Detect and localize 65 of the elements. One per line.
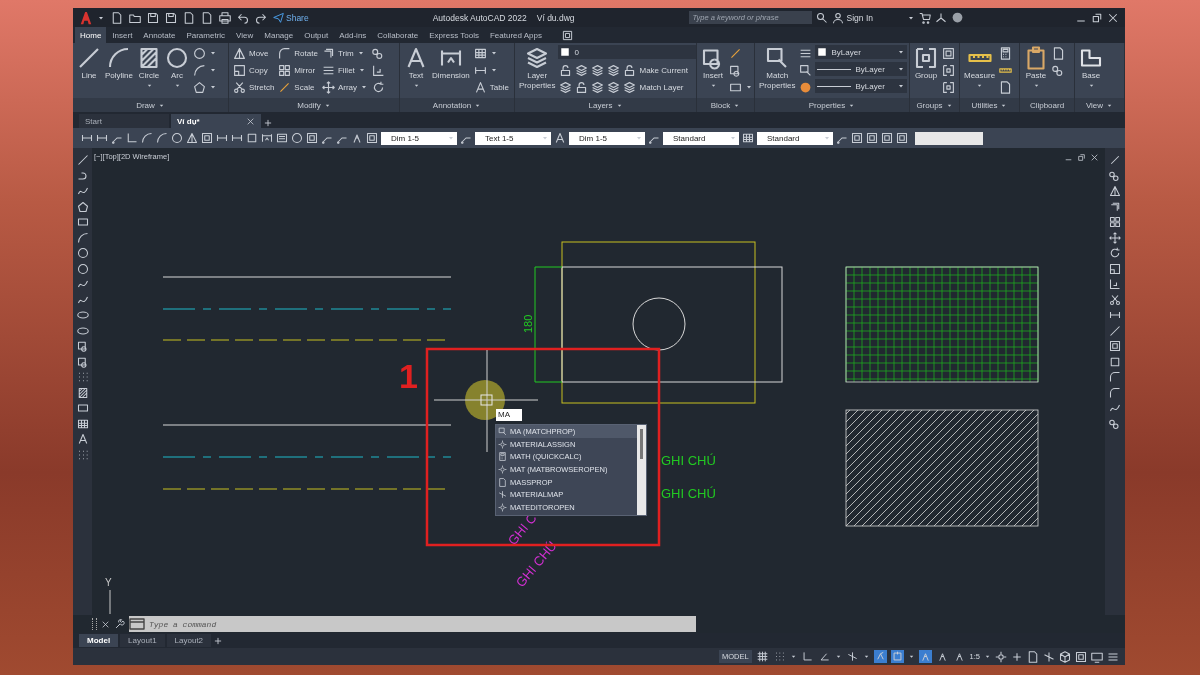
ribbon-button[interactable]: Base bbox=[1078, 45, 1104, 90]
ribbon-button[interactable]: Dimension bbox=[431, 45, 471, 82]
tool-button[interactable]: Array bbox=[320, 79, 370, 95]
style-dropdown[interactable]: Standard bbox=[757, 131, 833, 145]
dimension-text: 180 bbox=[522, 314, 534, 333]
panel-title[interactable]: Modify bbox=[297, 100, 321, 110]
tool-button[interactable]: Scale bbox=[277, 79, 319, 95]
share-button[interactable]: Share bbox=[273, 12, 309, 23]
command-input[interactable]: Type a command bbox=[145, 616, 696, 632]
tool-button[interactable]: Fillet bbox=[320, 62, 370, 78]
ribbon-button[interactable]: Layer Properties bbox=[518, 45, 557, 92]
style-dropdown[interactable]: Dim 1-5 bbox=[381, 131, 457, 145]
ribbon-tab[interactable]: Express Tools bbox=[424, 27, 484, 43]
ribbon-button[interactable]: Text bbox=[403, 45, 429, 90]
callout-number: 1 bbox=[399, 357, 418, 395]
ribbon-tab[interactable]: Annotate bbox=[138, 27, 181, 43]
tool-button[interactable]: Table bbox=[472, 79, 510, 95]
style-dropdown[interactable]: Text 1-5 bbox=[475, 131, 551, 145]
ribbon-button[interactable]: Polyline bbox=[104, 45, 134, 82]
ribbon-button[interactable]: Match Properties bbox=[758, 45, 797, 92]
ribbon-tab[interactable]: Manage bbox=[259, 27, 299, 43]
app-title: Autodesk AutoCAD 2022 bbox=[432, 12, 527, 23]
tool-button[interactable]: Rotate bbox=[277, 45, 319, 61]
file-tab[interactable]: Ví dụ* bbox=[171, 114, 261, 128]
note-text: GHI CHÚ bbox=[661, 453, 716, 468]
tool-button[interactable]: Move bbox=[232, 45, 276, 61]
tool-button[interactable]: Stretch bbox=[232, 79, 276, 95]
ribbon-tab[interactable]: Collaborate bbox=[372, 27, 424, 43]
layout-tab[interactable]: Layout1 bbox=[120, 634, 165, 647]
axis-label: Y bbox=[105, 577, 112, 588]
ribbon-button[interactable]: Measure bbox=[963, 45, 997, 90]
dropdown[interactable]: 0 bbox=[558, 45, 696, 59]
panel-title[interactable]: Properties bbox=[808, 100, 846, 110]
panel-title[interactable]: Draw bbox=[136, 100, 155, 110]
dropdown[interactable]: ByLayer bbox=[815, 45, 908, 59]
dynamic-input[interactable]: MA bbox=[496, 409, 522, 421]
file-name: Ví du.dwg bbox=[536, 12, 575, 23]
ribbon-button[interactable]: Arc bbox=[164, 45, 190, 90]
ribbon-tab[interactable]: Insert bbox=[107, 27, 138, 43]
tool-button[interactable]: Make Current bbox=[622, 62, 689, 78]
style-dropdown[interactable]: Dim 1-5 bbox=[569, 131, 645, 145]
layout-tab[interactable]: Layout2 bbox=[166, 634, 212, 647]
dropdown[interactable]: ByLayer bbox=[815, 62, 908, 76]
ribbon-tab[interactable]: View bbox=[231, 27, 259, 43]
tool-button[interactable]: Mirror bbox=[277, 62, 319, 78]
tool-button[interactable]: Match Layer bbox=[622, 79, 685, 95]
ribbon-tab[interactable]: Featured Apps bbox=[484, 27, 547, 43]
tool-button[interactable]: Copy bbox=[232, 62, 276, 78]
layout-tab[interactable]: Model bbox=[79, 634, 119, 647]
ribbon-tab[interactable]: Home bbox=[75, 27, 107, 43]
ribbon-button[interactable]: Circle bbox=[136, 45, 162, 90]
file-tab[interactable]: Start bbox=[79, 114, 169, 128]
sign-in-button[interactable]: Sign In bbox=[831, 11, 873, 24]
ribbon-button[interactable]: Insert bbox=[700, 45, 726, 90]
panel-title[interactable]: Layers bbox=[588, 100, 613, 110]
ribbon-button[interactable]: Paste bbox=[1023, 45, 1049, 90]
ribbon-button[interactable]: Group bbox=[913, 45, 939, 82]
note-text: GHI CHÚ bbox=[661, 486, 716, 501]
dropdown[interactable]: ByLayer bbox=[815, 79, 908, 93]
ribbon-button[interactable]: Line bbox=[76, 45, 102, 82]
ribbon-tab[interactable]: Add-ins bbox=[334, 27, 372, 43]
style-dropdown[interactable]: Standard bbox=[663, 131, 739, 145]
tool-button[interactable]: Trim bbox=[320, 45, 370, 61]
ribbon-tab[interactable]: Output bbox=[299, 27, 334, 43]
ribbon-tab[interactable]: Parametric bbox=[181, 27, 231, 43]
